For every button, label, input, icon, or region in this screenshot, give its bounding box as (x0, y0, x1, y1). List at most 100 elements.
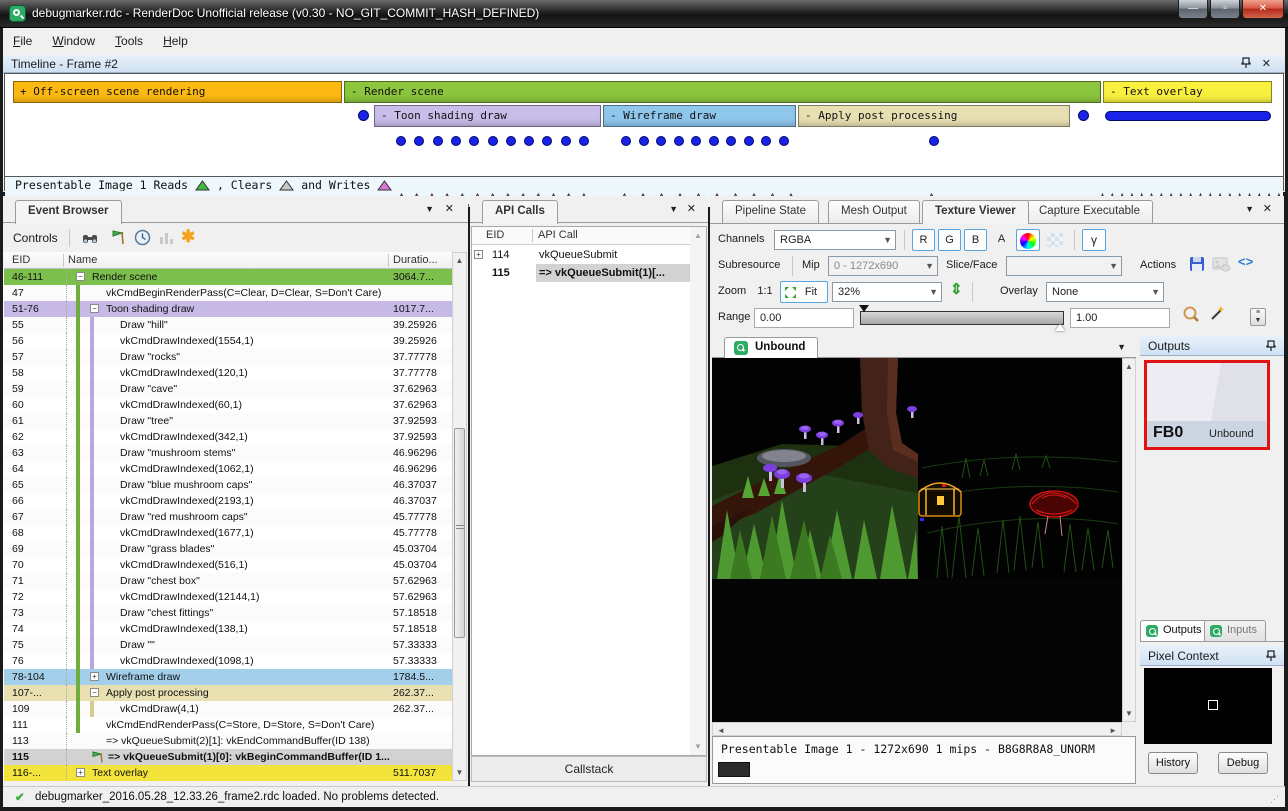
pin-icon[interactable] (1241, 57, 1251, 72)
menu-help[interactable]: Help (153, 28, 198, 53)
chevron-down-icon[interactable]: ▼ (1245, 204, 1254, 214)
pin-icon[interactable] (1266, 340, 1276, 355)
table-row[interactable]: 62vkCmdDrawIndexed(342,1)37.92593 (4, 429, 452, 445)
flip-vertical-icon[interactable]: ⇕ (950, 280, 963, 298)
timeline-draw-dot[interactable] (674, 136, 684, 146)
tab-unbound-texture[interactable]: Unbound (724, 337, 818, 358)
custom-action-icon[interactable]: ✱ (181, 227, 195, 247)
timeline-marker-toon-shading-draw[interactable]: - Toon shading draw (374, 105, 601, 127)
table-row[interactable]: 64vkCmdDrawIndexed(1062,1)46.96296 (4, 461, 452, 477)
debug-button[interactable]: Debug (1218, 752, 1268, 774)
table-row[interactable]: 72vkCmdDrawIndexed(12144,1)57.62963 (4, 589, 452, 605)
colorwheel-button[interactable] (1016, 229, 1040, 251)
red-channel-button[interactable]: R (912, 229, 935, 251)
timeline-draw-dot[interactable] (621, 136, 631, 146)
table-row[interactable]: 70vkCmdDrawIndexed(516,1)45.03704 (4, 557, 452, 573)
open-code-icon[interactable]: <> (1238, 254, 1253, 269)
timeline-draw-dot[interactable] (451, 136, 461, 146)
table-row[interactable]: 69Draw "grass blades"45.03704 (4, 541, 452, 557)
mip-dropdown[interactable]: 0 - 1272x690▼ (828, 256, 938, 276)
zoom-fit-button[interactable]: Fit (780, 281, 828, 303)
texture-list-chevron-icon[interactable]: ▼ (1117, 342, 1126, 352)
slice-face-dropdown[interactable]: ▼ (1006, 256, 1122, 276)
timeline-draw-dot[interactable] (656, 136, 666, 146)
column-name[interactable]: Name (68, 254, 97, 266)
timeline-event-dot[interactable] (358, 110, 369, 121)
table-row[interactable]: +78-104Wireframe draw1784.5... (4, 669, 452, 685)
timeline-draw-dot[interactable] (469, 136, 479, 146)
timeline-marker-off-screen-scene-rendering[interactable]: + Off-screen scene rendering (13, 81, 342, 103)
texture-hscrollbar[interactable]: ◄ ► (712, 722, 1122, 736)
timeline-marker-text-overlay[interactable]: - Text overlay (1103, 81, 1272, 103)
table-row[interactable]: 113=> vkQueueSubmit(2)[1]: vkEndCommandB… (4, 733, 452, 749)
timeline-draw-dot[interactable] (726, 136, 736, 146)
range-min-input[interactable]: 0.00 (754, 308, 854, 328)
tab-event-browser[interactable]: Event Browser (15, 200, 122, 224)
zoom-1to1-button[interactable]: 1:1 (752, 281, 778, 303)
close-icon[interactable]: ✕ (687, 202, 696, 215)
table-row[interactable]: 67Draw "red mushroom caps"45.77778 (4, 509, 452, 525)
table-row[interactable]: 58vkCmdDrawIndexed(120,1)37.77778 (4, 365, 452, 381)
timeline-draw-dot[interactable] (542, 136, 552, 146)
time-clock-icon[interactable] (134, 229, 151, 251)
timeline-draw-dot[interactable] (579, 136, 589, 146)
table-row[interactable]: 61Draw "tree"37.92593 (4, 413, 452, 429)
pixel-context-view[interactable] (1144, 668, 1272, 744)
tab-outputs[interactable]: Outputs (1140, 620, 1211, 642)
table-row[interactable]: 75Draw ""57.33333 (4, 637, 452, 653)
column-eid[interactable]: EID (12, 254, 30, 266)
table-row[interactable]: 68vkCmdDrawIndexed(1677,1)45.77778 (4, 525, 452, 541)
zoom-range-icon[interactable] (1182, 305, 1201, 329)
autofit-wand-icon[interactable] (1208, 304, 1227, 328)
table-row[interactable]: 115=> vkQueueSubmit(1)[0]: vkBeginComman… (4, 749, 452, 765)
tree-expander-icon[interactable]: − (90, 688, 99, 697)
timeline-draw-dot[interactable] (414, 136, 424, 146)
table-row[interactable]: 109vkCmdDraw(4,1)262.37... (4, 701, 452, 717)
column-duration[interactable]: Duratio... (393, 254, 438, 266)
bookmark-flag-icon[interactable] (109, 229, 127, 252)
timeline-draw-dot[interactable] (744, 136, 754, 146)
maximize-button[interactable]: ▫ (1210, 0, 1240, 19)
timeline-draw-dot[interactable] (639, 136, 649, 146)
timeline-draw-dot[interactable] (779, 136, 789, 146)
tree-expander-icon[interactable]: + (474, 250, 483, 259)
save-icon[interactable] (1188, 255, 1206, 278)
range-black-handle[interactable] (859, 305, 869, 317)
timeline-draw-dot[interactable] (396, 136, 406, 146)
table-row[interactable]: 111vkCmdEndRenderPass(C=Store, D=Store, … (4, 717, 452, 733)
table-row[interactable]: +116-...Text overlay511.7037 (4, 765, 452, 781)
timeline-draw-dot[interactable] (691, 136, 701, 146)
channels-dropdown[interactable]: RGBA▼ (774, 230, 896, 250)
timeline-canvas[interactable]: + Off-screen scene rendering- Render sce… (4, 73, 1284, 191)
timeline-draw-dot[interactable] (929, 136, 939, 146)
menu-file[interactable]: File (3, 28, 42, 53)
table-row[interactable]: 59Draw "cave"37.62963 (4, 381, 452, 397)
fb0-thumbnail[interactable]: FB0 Unbound (1144, 360, 1270, 450)
tree-expander-icon[interactable]: + (76, 768, 85, 777)
table-row[interactable]: 115=> vkQueueSubmit(1)[... (472, 264, 690, 282)
pin-icon[interactable] (1266, 650, 1276, 665)
find-icon[interactable] (81, 229, 99, 252)
timeline-marker-render-scene[interactable]: - Render scene (344, 81, 1101, 103)
table-row[interactable]: 74vkCmdDrawIndexed(138,1)57.18518 (4, 621, 452, 637)
timeline-draw-dot[interactable] (506, 136, 516, 146)
timeline-draw-dot[interactable] (488, 136, 498, 146)
timeline-draw-dot[interactable] (433, 136, 443, 146)
menu-window[interactable]: Window (42, 28, 105, 53)
range-max-input[interactable]: 1.00 (1070, 308, 1170, 328)
column-api-call[interactable]: API Call (538, 229, 578, 241)
table-row[interactable]: 73Draw "chest fittings"57.18518 (4, 605, 452, 621)
timeline-draw-dot[interactable] (561, 136, 571, 146)
blue-channel-button[interactable]: B (964, 229, 987, 251)
green-channel-button[interactable]: G (938, 229, 961, 251)
range-options-button[interactable]: ≡▼ (1250, 308, 1266, 326)
tab-api-calls[interactable]: API Calls (482, 200, 558, 224)
alpha-channel-button[interactable]: A (990, 229, 1013, 251)
table-row[interactable]: 76vkCmdDrawIndexed(1098,1)57.33333 (4, 653, 452, 669)
column-eid[interactable]: EID (486, 229, 504, 241)
table-row[interactable]: 71Draw "chest box"57.62963 (4, 573, 452, 589)
tab-capture-executable[interactable]: Capture Executable (1026, 200, 1153, 223)
close-button[interactable]: ✕ (1242, 0, 1284, 19)
tree-expander-icon[interactable]: + (90, 672, 99, 681)
tab-mesh-output[interactable]: Mesh Output (828, 200, 920, 223)
